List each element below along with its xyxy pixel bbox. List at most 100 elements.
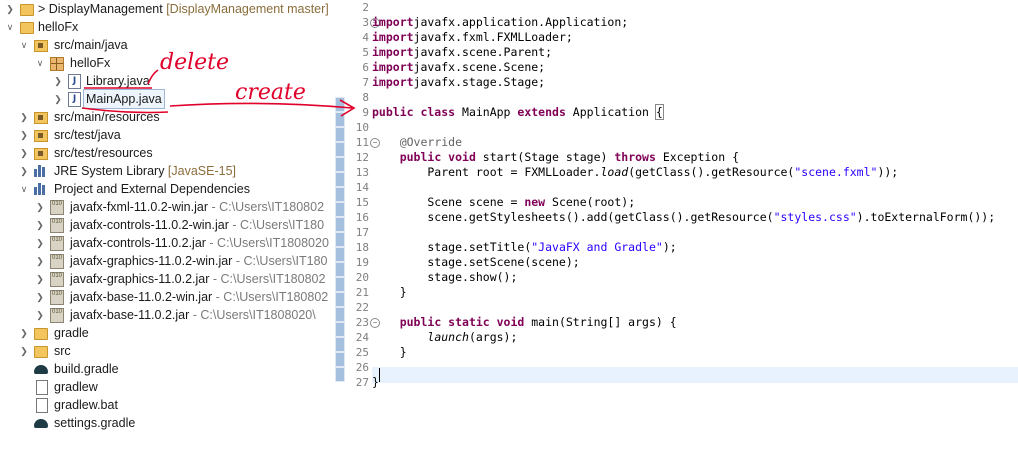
- code-token: javafx.stage.Stage;: [413, 75, 546, 89]
- chevron-down-icon[interactable]: ∨: [4, 18, 16, 36]
- source-folder-icon: [34, 112, 48, 124]
- code-line[interactable]: importjavafx.stage.Stage;: [372, 75, 545, 90]
- expand-arrow-icon[interactable]: ❯: [18, 162, 30, 180]
- tree-item-label: gradlew: [54, 380, 98, 394]
- java-file-icon: J: [68, 92, 81, 107]
- tree-item-label: src/main/java: [54, 38, 128, 52]
- chevron-down-icon[interactable]: ∨: [18, 180, 30, 198]
- expand-arrow-icon[interactable]: ❯: [18, 126, 30, 144]
- code-token: "styles.css": [773, 210, 857, 224]
- code-editor[interactable]: 2 3 4 5 6 7 8 9 10 11 12 13 14 15 16 17 18 19 20 21 22 23 24 25…: [335, 0, 1018, 452]
- chevron-down-icon[interactable]: ∨: [18, 36, 30, 54]
- code-token: public static void: [399, 315, 525, 329]
- code-token: Scene scene =: [372, 195, 525, 209]
- code-token: );: [662, 240, 677, 254]
- line-number: 21: [355, 286, 369, 299]
- code-token: import: [372, 15, 414, 29]
- jar-path: - C:\Users\IT180: [228, 218, 325, 232]
- line-number: 11: [355, 136, 369, 149]
- code-line[interactable]: importjavafx.scene.Parent;: [372, 45, 552, 60]
- change-ruler-mark: [336, 368, 344, 381]
- code-token: ).toExternalForm());: [856, 210, 996, 224]
- jar-icon: 010: [50, 272, 64, 287]
- change-ruler-mark: [336, 143, 344, 156]
- expand-arrow-icon[interactable]: ❯: [34, 270, 46, 288]
- batch-file-icon: [36, 398, 48, 413]
- expand-arrow-icon[interactable]: ❯: [34, 216, 46, 234]
- code-token: import: [372, 60, 414, 74]
- code-line[interactable]: stage.setScene(scene);: [372, 255, 579, 270]
- code-line[interactable]: importjavafx.fxml.FXMLLoader;: [372, 30, 573, 45]
- tree-item-label: src/main/resources: [54, 110, 160, 124]
- source-folder-icon: [34, 40, 48, 52]
- line-number: 16: [355, 211, 369, 224]
- expand-arrow-icon[interactable]: ❯: [18, 324, 30, 342]
- code-line[interactable]: Scene scene = new Scene(root);: [372, 195, 635, 210]
- expand-arrow-icon[interactable]: ❯: [18, 108, 30, 126]
- tree-item-label: src/test/java: [54, 128, 121, 142]
- line-number: 7: [362, 76, 369, 89]
- tree-item-label: build.gradle: [54, 362, 119, 376]
- code-line[interactable]: }: [372, 375, 379, 390]
- jar-icon: 010: [50, 200, 64, 215]
- code-token: stage.show();: [372, 270, 518, 284]
- line-number: 23: [355, 316, 369, 329]
- line-number: 22: [355, 301, 369, 314]
- tree-item-label: > DisplayManagement: [38, 2, 163, 16]
- expand-arrow-icon[interactable]: ❯: [34, 252, 46, 270]
- code-token: javafx.fxml.FXMLLoader;: [413, 30, 573, 44]
- expand-arrow-icon[interactable]: ❯: [18, 144, 30, 162]
- expand-arrow-icon[interactable]: ❯: [4, 0, 16, 18]
- code-line[interactable]: }: [372, 285, 407, 300]
- line-number: 3: [362, 16, 369, 29]
- line-number: 14: [355, 181, 369, 194]
- code-line[interactable]: Parent root = FXMLLoader.load(getClass()…: [372, 165, 898, 180]
- tree-item-label: javafx-controls-11.0.2.jar: [70, 236, 206, 250]
- code-line[interactable]: importjavafx.scene.Scene;: [372, 60, 545, 75]
- jar-path: - C:\Users\IT180802: [208, 200, 325, 214]
- change-ruler-mark: [336, 233, 344, 246]
- java-file-icon: J: [68, 74, 81, 89]
- code-token: }: [372, 375, 379, 389]
- line-number: 8: [362, 91, 369, 104]
- line-number: 5: [362, 46, 369, 59]
- change-ruler-mark: [336, 308, 344, 321]
- change-ruler-mark: [336, 293, 344, 306]
- line-number: 10: [355, 121, 369, 134]
- library-icon: [34, 183, 48, 195]
- code-token: import: [372, 30, 414, 44]
- tree-item-label: javafx-base-11.0.2-win.jar: [70, 290, 213, 304]
- code-token: (getClass().getResource(: [628, 165, 795, 179]
- code-line[interactable]: @Override: [372, 135, 462, 150]
- change-ruler-mark: [336, 158, 344, 171]
- jre-version-decoration: [JavaSE-15]: [164, 164, 237, 178]
- code-line[interactable]: stage.show();: [372, 270, 517, 285]
- code-line[interactable]: public class MainApp extends Application…: [372, 104, 664, 120]
- expand-arrow-icon[interactable]: ❯: [34, 198, 46, 216]
- line-number: 17: [355, 226, 369, 239]
- code-line[interactable]: public static void main(String[] args) {: [372, 315, 677, 330]
- tree-item-label: helloFx: [70, 56, 111, 70]
- source-folder-icon: [34, 130, 48, 142]
- source-folder-icon: [34, 148, 48, 160]
- code-token: Parent root = FXMLLoader.: [372, 165, 601, 179]
- code-line[interactable]: }: [372, 345, 407, 360]
- expand-arrow-icon[interactable]: ❯: [52, 90, 64, 108]
- code-line[interactable]: scene.getStylesheets().add(getClass().ge…: [372, 210, 995, 225]
- code-line[interactable]: public void start(Stage stage) throws Ex…: [372, 150, 739, 165]
- change-ruler-mark: [336, 353, 344, 366]
- code-line[interactable]: launch(args);: [372, 330, 517, 345]
- expand-arrow-icon[interactable]: ❯: [34, 234, 46, 252]
- code-token: javafx.scene.Scene;: [413, 60, 546, 74]
- code-token: import: [372, 75, 414, 89]
- expand-arrow-icon[interactable]: ❯: [18, 342, 30, 360]
- expand-arrow-icon[interactable]: ❯: [34, 288, 46, 306]
- code-line[interactable]: stage.setTitle("JavaFX and Gradle");: [372, 240, 677, 255]
- expand-arrow-icon[interactable]: ❯: [52, 72, 64, 90]
- chevron-down-icon[interactable]: ∨: [34, 54, 46, 72]
- expand-arrow-icon[interactable]: ❯: [34, 306, 46, 324]
- code-token: }: [372, 285, 407, 299]
- change-ruler-mark: [336, 128, 344, 141]
- code-line[interactable]: importjavafx.application.Application;: [372, 15, 628, 30]
